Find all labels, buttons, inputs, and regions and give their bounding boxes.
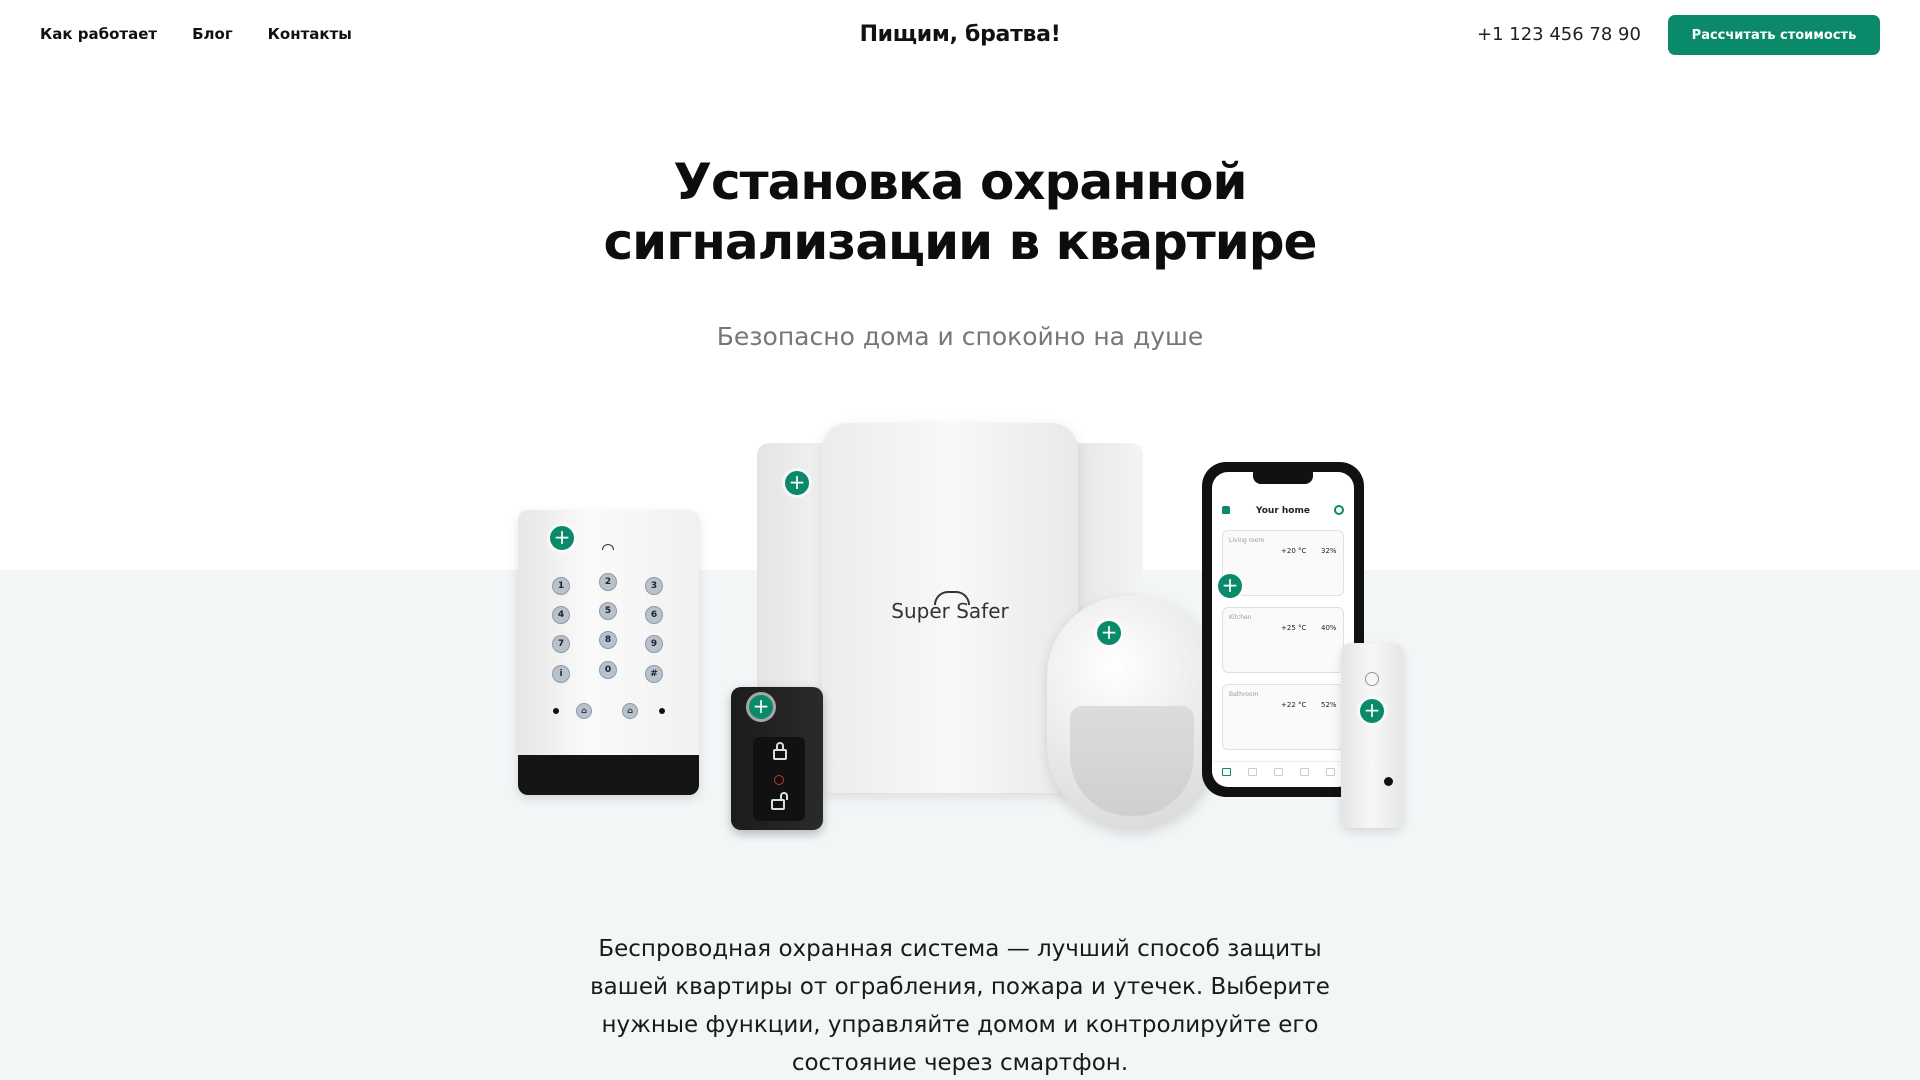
keypad-sensor-icon: [602, 544, 614, 550]
room-name: Bathroom: [1229, 691, 1259, 698]
room-humidity: 52%: [1321, 701, 1337, 709]
calculate-price-button[interactable]: Рассчитать стоимость: [1668, 15, 1880, 55]
room-card-bathroom[interactable]: Bathroom +22 °C 52%: [1222, 684, 1344, 750]
home-armed-key-icon: ⌂: [622, 703, 638, 719]
door-sensor-button-icon: [1365, 672, 1379, 686]
app-settings-gear-icon[interactable]: [1334, 505, 1344, 515]
keypad-key: #: [645, 665, 663, 683]
keypad-indicator-dot: [659, 708, 665, 714]
room-humidity: 40%: [1321, 624, 1337, 632]
smartphone-device: Your home Living room +20 °C 32% Kitchen…: [1202, 462, 1364, 797]
room-temperature: +25 °C: [1281, 624, 1307, 632]
app-screen: Your home Living room +20 °C 32% Kitchen…: [1212, 472, 1354, 787]
nav-link-blog[interactable]: Блог: [192, 25, 233, 43]
app-title: Your home: [1256, 506, 1310, 516]
unlock-icon: [771, 799, 785, 810]
page-subtitle: Безопасно дома и спокойно на душе: [716, 322, 1204, 351]
room-temperature: +22 °C: [1281, 701, 1307, 709]
keypad-plus-icon[interactable]: +: [550, 526, 574, 550]
room-card-kitchen[interactable]: Kitchen +25 °C 40%: [1222, 607, 1344, 673]
motion-sensor-device: +: [1047, 596, 1217, 830]
phone-number[interactable]: +1 123 456 78 90: [1477, 24, 1641, 45]
room-name: Living room: [1229, 537, 1265, 544]
room-name: Kitchen: [1229, 614, 1252, 621]
keypad-key: 2: [599, 573, 617, 591]
door-sensor-indicator: [1384, 777, 1393, 786]
door-sensor-plus-icon[interactable]: +: [1360, 699, 1384, 723]
nav-link-how-it-works[interactable]: Как работает: [40, 25, 157, 43]
keypad-key: 0: [599, 661, 617, 679]
keypad-key: 7: [552, 635, 570, 653]
phone-plus-icon[interactable]: +: [1218, 574, 1242, 598]
door-sensor-device: +: [1341, 643, 1403, 828]
keypad-key: 1: [552, 577, 570, 595]
tab-home-icon[interactable]: [1222, 768, 1231, 776]
keypad-key: 9: [645, 635, 663, 653]
room-temperature: +20 °C: [1281, 547, 1307, 555]
room-humidity: 32%: [1321, 547, 1337, 555]
page-title-line-1: Установка охранной: [673, 153, 1247, 211]
description-text: Беспроводная охранная система — лучший с…: [590, 936, 1330, 1076]
page: Как работает Блог Контакты Пищим, братва…: [0, 0, 1920, 1080]
app-tab-bar: [1212, 761, 1354, 787]
page-title-line-2: сигнализации в квартире: [603, 213, 1318, 271]
hub-plus-icon[interactable]: +: [785, 471, 809, 495]
tab-security-icon[interactable]: [1274, 768, 1283, 776]
keypad-base: [518, 755, 699, 795]
keypad-device: 1 2 3 4 5 6 7 8 9 i 0 # ⌂ ⌂ +: [518, 510, 699, 795]
unlock-shackle-icon: [780, 792, 788, 800]
keypad-indicator-dot: [553, 708, 559, 714]
motion-sensor-lens: [1070, 706, 1194, 816]
tab-menu-icon[interactable]: [1326, 768, 1335, 776]
page-title: Установка охранной сигнализации в кварти…: [0, 152, 1920, 272]
remote-button-panel: [753, 737, 805, 821]
tab-camera-icon[interactable]: [1300, 768, 1309, 776]
keypad-key: 3: [645, 577, 663, 595]
tab-devices-icon[interactable]: [1248, 768, 1257, 776]
keypad-key: i: [552, 665, 570, 683]
main-nav: Как работает Блог Контакты: [40, 25, 352, 43]
key-fob-remote: +: [731, 687, 823, 830]
nav-link-contacts[interactable]: Контакты: [268, 25, 352, 43]
site-logo[interactable]: Пищим, братва!: [860, 22, 1061, 47]
remote-plus-icon[interactable]: +: [749, 695, 773, 719]
home-key-icon: ⌂: [576, 703, 592, 719]
header: Как работает Блог Контакты Пищим, братва…: [0, 0, 1920, 70]
keypad-key: 8: [599, 631, 617, 649]
phone-notch: [1253, 472, 1313, 484]
keypad-key: 4: [552, 606, 570, 624]
lock-shackle-icon: [776, 742, 784, 750]
keypad-key: 5: [599, 602, 617, 620]
motion-sensor-plus-icon[interactable]: +: [1097, 621, 1121, 645]
alarm-indicator-icon: [774, 775, 784, 785]
keypad-key: 6: [645, 606, 663, 624]
lock-icon: [773, 749, 787, 760]
